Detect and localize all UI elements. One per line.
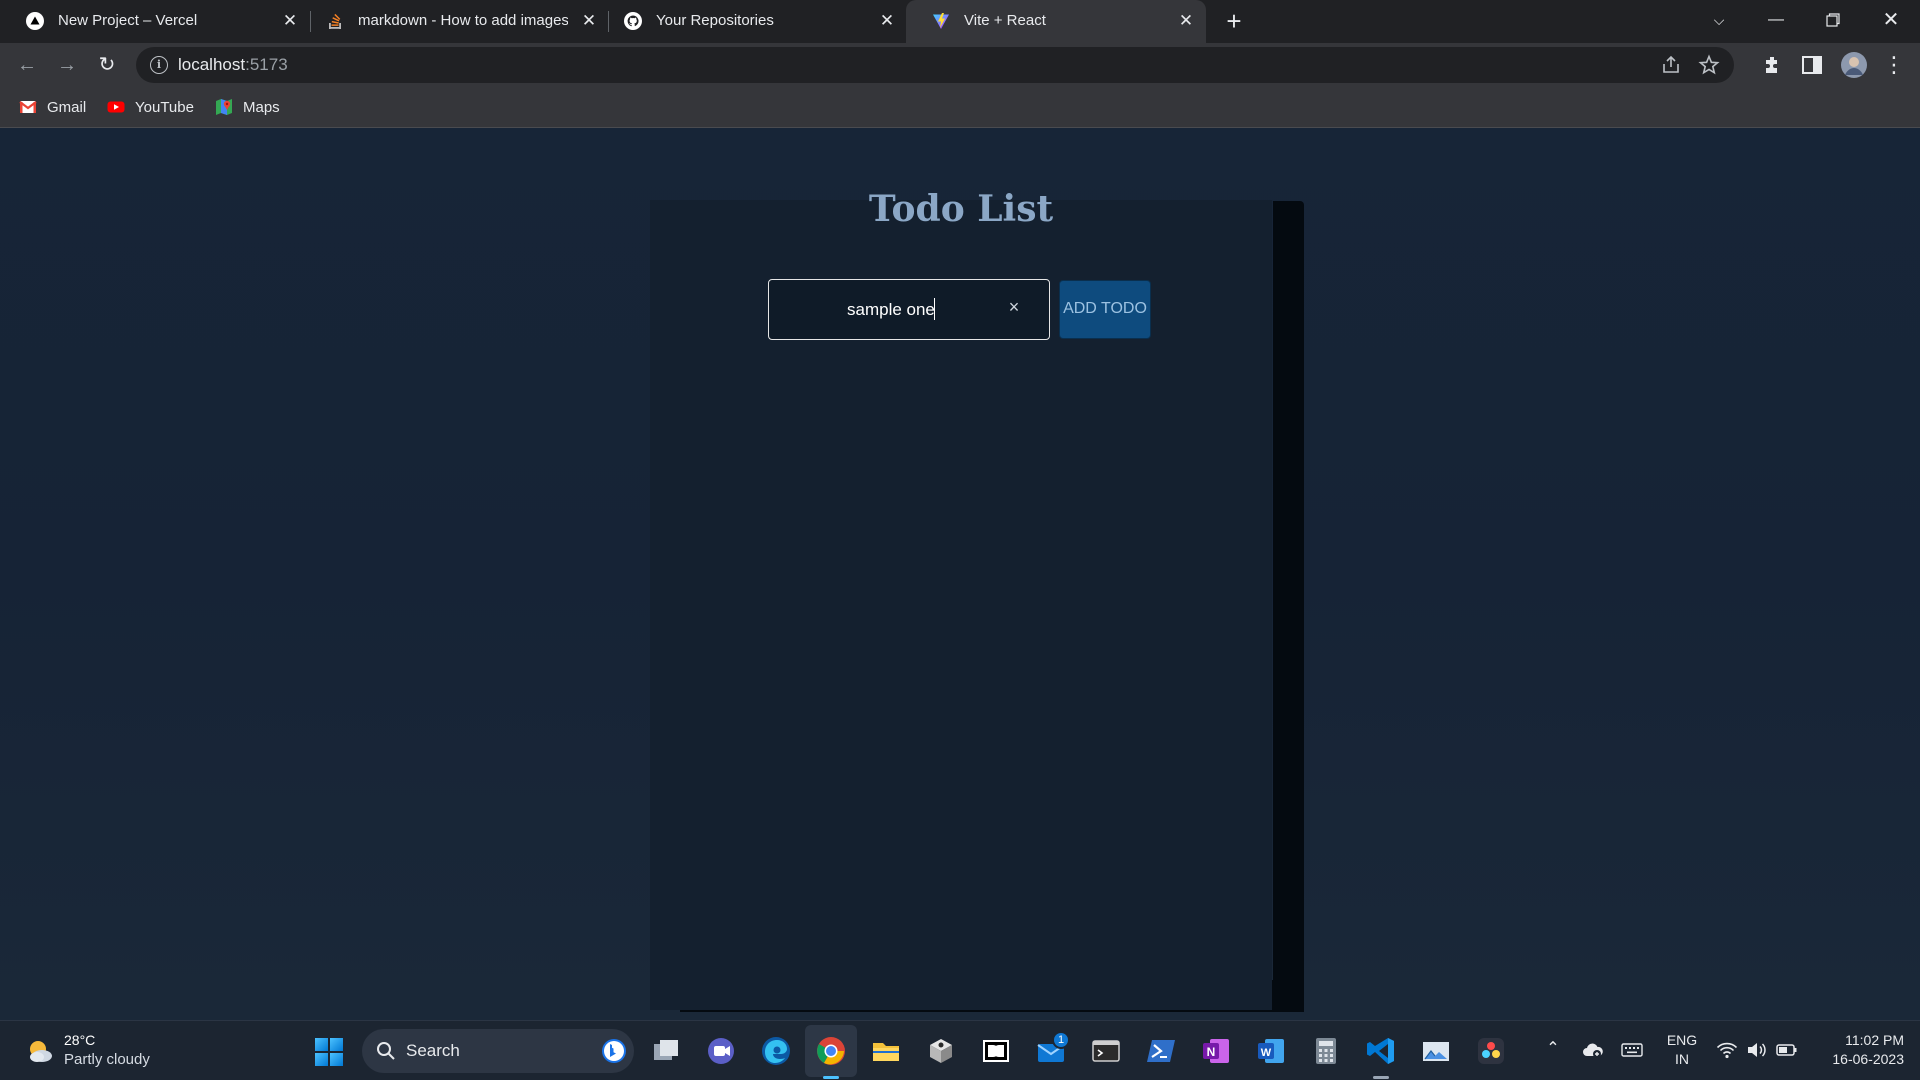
weather-widget[interactable]: 28°C Partly cloudy (24, 1031, 204, 1071)
onenote-icon[interactable]: N (1200, 1035, 1232, 1067)
clock-time: 11:02 PM (1845, 1032, 1904, 1048)
url-port: :5173 (245, 55, 288, 74)
file-explorer-icon[interactable] (870, 1035, 902, 1067)
tab-title: Vite + React (964, 12, 1046, 29)
url-text[interactable]: localhost:5173 (178, 55, 288, 75)
vercel-icon (26, 12, 44, 30)
bookmarks-bar: Gmail YouTube Maps (0, 87, 1920, 128)
forward-icon[interactable]: → (53, 51, 81, 79)
volume-icon[interactable] (1746, 1039, 1768, 1061)
tab-search-icon[interactable]: ⌵ (1704, 6, 1734, 34)
close-window-icon[interactable]: ✕ (1876, 6, 1906, 34)
taskbar: 28°C Partly cloudy Search 1 N W ⌃ ENG IN … (0, 1020, 1920, 1080)
svg-text:W: W (1261, 1047, 1272, 1059)
tab-github[interactable]: Your Repositories ✕ (598, 0, 898, 43)
battery-icon[interactable] (1776, 1039, 1798, 1061)
tab-stackoverflow[interactable]: markdown - How to add images ✕ (300, 0, 600, 43)
maps-icon (216, 99, 232, 115)
side-panel-icon[interactable] (1800, 53, 1824, 77)
weather-condition: Partly cloudy (64, 1051, 150, 1068)
weather-temperature: 28°C (64, 1032, 96, 1048)
bing-icon[interactable] (602, 1039, 626, 1063)
tab-title: Your Repositories (656, 12, 774, 29)
system-clock[interactable]: 11:02 PM 16-06-2023 (1812, 1031, 1904, 1069)
davinci-resolve-icon[interactable] (1475, 1035, 1507, 1067)
language-secondary: IN (1675, 1051, 1689, 1067)
partly-cloudy-icon (30, 1041, 52, 1062)
mail-badge: 1 (1052, 1031, 1070, 1049)
close-tab-icon[interactable]: ✕ (1175, 10, 1197, 32)
tab-strip: New Project – Vercel ✕ markdown - How to… (0, 0, 1920, 43)
powershell-icon[interactable] (1145, 1035, 1177, 1067)
taskbar-search[interactable]: Search (362, 1029, 634, 1073)
dolby-access-icon[interactable] (980, 1035, 1012, 1067)
clock-date: 16-06-2023 (1832, 1051, 1904, 1067)
photos-icon[interactable] (1420, 1035, 1452, 1067)
keyboard-icon[interactable] (1621, 1039, 1643, 1061)
bookmark-star-icon[interactable] (1698, 54, 1720, 76)
extensions-icon[interactable] (1761, 53, 1785, 77)
address-bar[interactable]: i localhost:5173 (136, 47, 1734, 83)
onedrive-cloud-icon[interactable] (1582, 1039, 1604, 1061)
card-shadow-right (1273, 201, 1304, 1011)
chrome-icon[interactable] (815, 1035, 847, 1067)
url-host: localhost (178, 55, 246, 74)
show-hidden-icons-chevron-icon[interactable]: ⌃ (1542, 1035, 1564, 1063)
share-icon[interactable] (1660, 54, 1682, 76)
back-icon[interactable]: ← (13, 51, 41, 79)
teams-chat-icon[interactable] (705, 1035, 737, 1067)
search-icon (377, 1042, 395, 1060)
vite-icon (933, 13, 949, 29)
bookmark-maps[interactable]: Maps (215, 96, 280, 118)
browser-toolbar: ← → ↻ i localhost:5173 ⋮ (0, 43, 1920, 87)
language-primary: ENG (1666, 1032, 1698, 1048)
github-icon (624, 12, 642, 30)
close-tab-icon[interactable]: ✕ (876, 10, 898, 32)
word-icon[interactable]: W (1255, 1035, 1287, 1067)
close-tab-icon[interactable]: ✕ (279, 10, 301, 32)
bookmark-gmail[interactable]: Gmail (19, 96, 86, 118)
running-indicator (823, 1076, 839, 1079)
package-app-icon[interactable] (925, 1035, 957, 1067)
tab-vercel[interactable]: New Project – Vercel ✕ (0, 0, 300, 43)
site-info-icon[interactable]: i (150, 56, 168, 74)
minimize-icon[interactable]: — (1761, 6, 1791, 34)
restore-icon[interactable] (1818, 6, 1848, 34)
youtube-icon (107, 101, 125, 113)
search-label: Search (406, 1041, 460, 1060)
stackoverflow-icon (329, 13, 341, 29)
bookmark-label: Gmail (47, 98, 87, 116)
wifi-icon[interactable] (1716, 1039, 1738, 1061)
bookmark-label: Maps (243, 98, 280, 116)
tab-title: markdown - How to add images (358, 12, 568, 29)
tab-title: New Project – Vercel (58, 12, 198, 29)
reload-icon[interactable]: ↻ (93, 51, 121, 79)
bookmark-label: YouTube (135, 98, 194, 116)
profile-avatar[interactable] (1840, 51, 1868, 79)
edge-icon[interactable] (760, 1035, 792, 1067)
windows-start-icon[interactable] (314, 1037, 344, 1067)
calculator-icon[interactable] (1310, 1035, 1342, 1067)
gmail-icon (19, 101, 37, 113)
vscode-icon[interactable] (1365, 1035, 1397, 1067)
close-tab-icon[interactable]: ✕ (578, 10, 600, 32)
tab-vite-react[interactable]: Vite + React ✕ (906, 0, 1206, 43)
terminal-icon[interactable] (1090, 1035, 1122, 1067)
clear-input-icon[interactable]: × (1003, 296, 1025, 318)
bookmark-youtube[interactable]: YouTube (107, 96, 194, 118)
running-indicator (1373, 1076, 1389, 1079)
svg-text:N: N (1207, 1045, 1216, 1059)
new-tab-button[interactable]: + (1220, 8, 1248, 36)
text-caret (934, 298, 935, 320)
page-viewport: Todo List × ADD TODO (0, 128, 1920, 1020)
more-menu-icon[interactable]: ⋮ (1880, 51, 1908, 79)
language-indicator[interactable]: ENG IN (1662, 1031, 1702, 1069)
page-title: Todo List (868, 188, 1054, 230)
task-view-icon[interactable] (650, 1035, 682, 1067)
add-todo-button[interactable]: ADD TODO (1059, 280, 1151, 339)
